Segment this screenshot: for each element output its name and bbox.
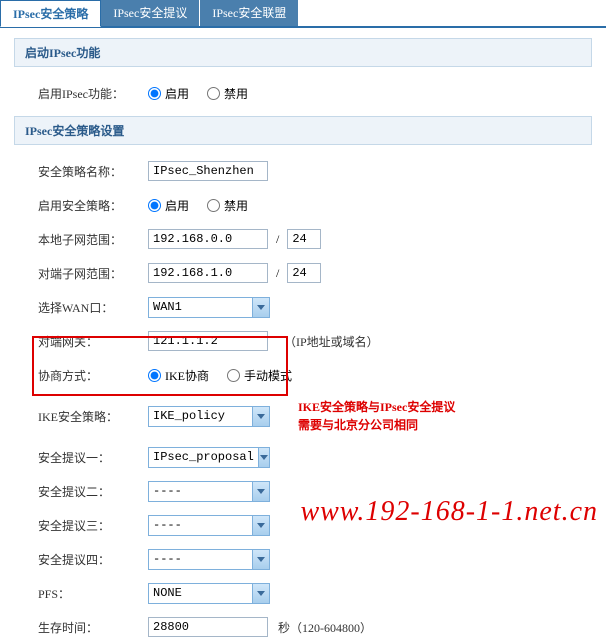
negotiate-label: 协商方式： (38, 367, 148, 384)
enable-policy-off[interactable]: 禁用 (207, 197, 248, 214)
wan-select[interactable]: WAN1 (148, 297, 270, 318)
gateway-hint: （IP地址或域名） (284, 333, 379, 350)
local-subnet-input[interactable] (148, 229, 268, 249)
enable-ipsec-off-radio[interactable] (207, 87, 220, 100)
chevron-down-icon (252, 550, 269, 569)
proposal2-text: ---- (149, 484, 186, 498)
chevron-down-icon (252, 516, 269, 535)
local-mask-input[interactable] (287, 229, 321, 249)
negotiate-manual-radio[interactable] (227, 369, 240, 382)
enable-ipsec-off[interactable]: 禁用 (207, 85, 248, 102)
proposal2-select[interactable]: ---- (148, 481, 270, 502)
enable-policy-on-radio[interactable] (148, 199, 161, 212)
enable-policy-off-radio[interactable] (207, 199, 220, 212)
wan-label: 选择WAN口： (38, 299, 148, 316)
remote-subnet-label: 对端子网范围： (38, 265, 148, 282)
enable-ipsec-on-text: 启用 (165, 85, 189, 102)
chevron-down-icon (258, 448, 269, 467)
proposal1-select[interactable]: IPsec_proposal (148, 447, 270, 468)
lifetime-input[interactable] (148, 617, 268, 637)
negotiate-ike-radio[interactable] (148, 369, 161, 382)
enable-ipsec-on-radio[interactable] (148, 87, 161, 100)
enable-policy-label: 启用安全策略： (38, 197, 148, 214)
pfs-label: PFS： (38, 585, 148, 602)
proposal1-text: IPsec_proposal (149, 450, 258, 464)
section1-header: 启动IPsec功能 (14, 38, 592, 67)
enable-policy-on[interactable]: 启用 (148, 197, 189, 214)
enable-ipsec-label: 启用IPsec功能： (38, 85, 148, 102)
tab-ipsec-proposal[interactable]: IPsec安全提议 (101, 0, 200, 26)
policy-name-input[interactable] (148, 161, 268, 181)
proposal4-label: 安全提议四： (38, 551, 148, 568)
enable-policy-off-text: 禁用 (224, 197, 248, 214)
section2-header: IPsec安全策略设置 (14, 116, 592, 145)
chevron-down-icon (252, 584, 269, 603)
gateway-input[interactable] (148, 331, 268, 351)
lifetime-hint: 秒（120-604800） (278, 619, 372, 636)
proposal3-label: 安全提议三： (38, 517, 148, 534)
gateway-label: 对端网关： (38, 333, 148, 350)
ike-policy-label: IKE安全策略： (38, 408, 148, 425)
policy-name-label: 安全策略名称： (38, 163, 148, 180)
negotiate-ike[interactable]: IKE协商 (148, 367, 209, 384)
remote-subnet-input[interactable] (148, 263, 268, 283)
enable-ipsec-off-text: 禁用 (224, 85, 248, 102)
ike-policy-select[interactable]: IKE_policy (148, 406, 270, 427)
pfs-select[interactable]: NONE (148, 583, 270, 604)
proposal3-text: ---- (149, 518, 186, 532)
proposal2-label: 安全提议二： (38, 483, 148, 500)
chevron-down-icon (252, 298, 269, 317)
remote-mask-input[interactable] (287, 263, 321, 283)
ike-policy-text: IKE_policy (149, 409, 229, 423)
proposal4-select[interactable]: ---- (148, 549, 270, 570)
pfs-text: NONE (149, 586, 186, 600)
negotiate-manual[interactable]: 手动模式 (227, 367, 292, 384)
enable-policy-on-text: 启用 (165, 197, 189, 214)
wan-select-text: WAN1 (149, 300, 186, 314)
local-subnet-slash: / (276, 232, 279, 247)
negotiate-ike-text: IKE协商 (165, 367, 209, 384)
annotation-text: IKE安全策略与IPsec安全提议 需要与北京分公司相同 (298, 398, 455, 434)
chevron-down-icon (252, 482, 269, 501)
proposal1-label: 安全提议一： (38, 449, 148, 466)
tab-ipsec-policy[interactable]: IPsec安全策略 (0, 0, 101, 27)
proposal3-select[interactable]: ---- (148, 515, 270, 536)
tab-ipsec-sa[interactable]: IPsec安全联盟 (200, 0, 299, 26)
tab-bar: IPsec安全策略 IPsec安全提议 IPsec安全联盟 (0, 0, 606, 28)
enable-ipsec-on[interactable]: 启用 (148, 85, 189, 102)
remote-subnet-slash: / (276, 266, 279, 281)
local-subnet-label: 本地子网范围： (38, 231, 148, 248)
lifetime-label: 生存时间： (38, 619, 148, 636)
chevron-down-icon (252, 407, 269, 426)
proposal4-text: ---- (149, 552, 186, 566)
negotiate-manual-text: 手动模式 (244, 367, 292, 384)
